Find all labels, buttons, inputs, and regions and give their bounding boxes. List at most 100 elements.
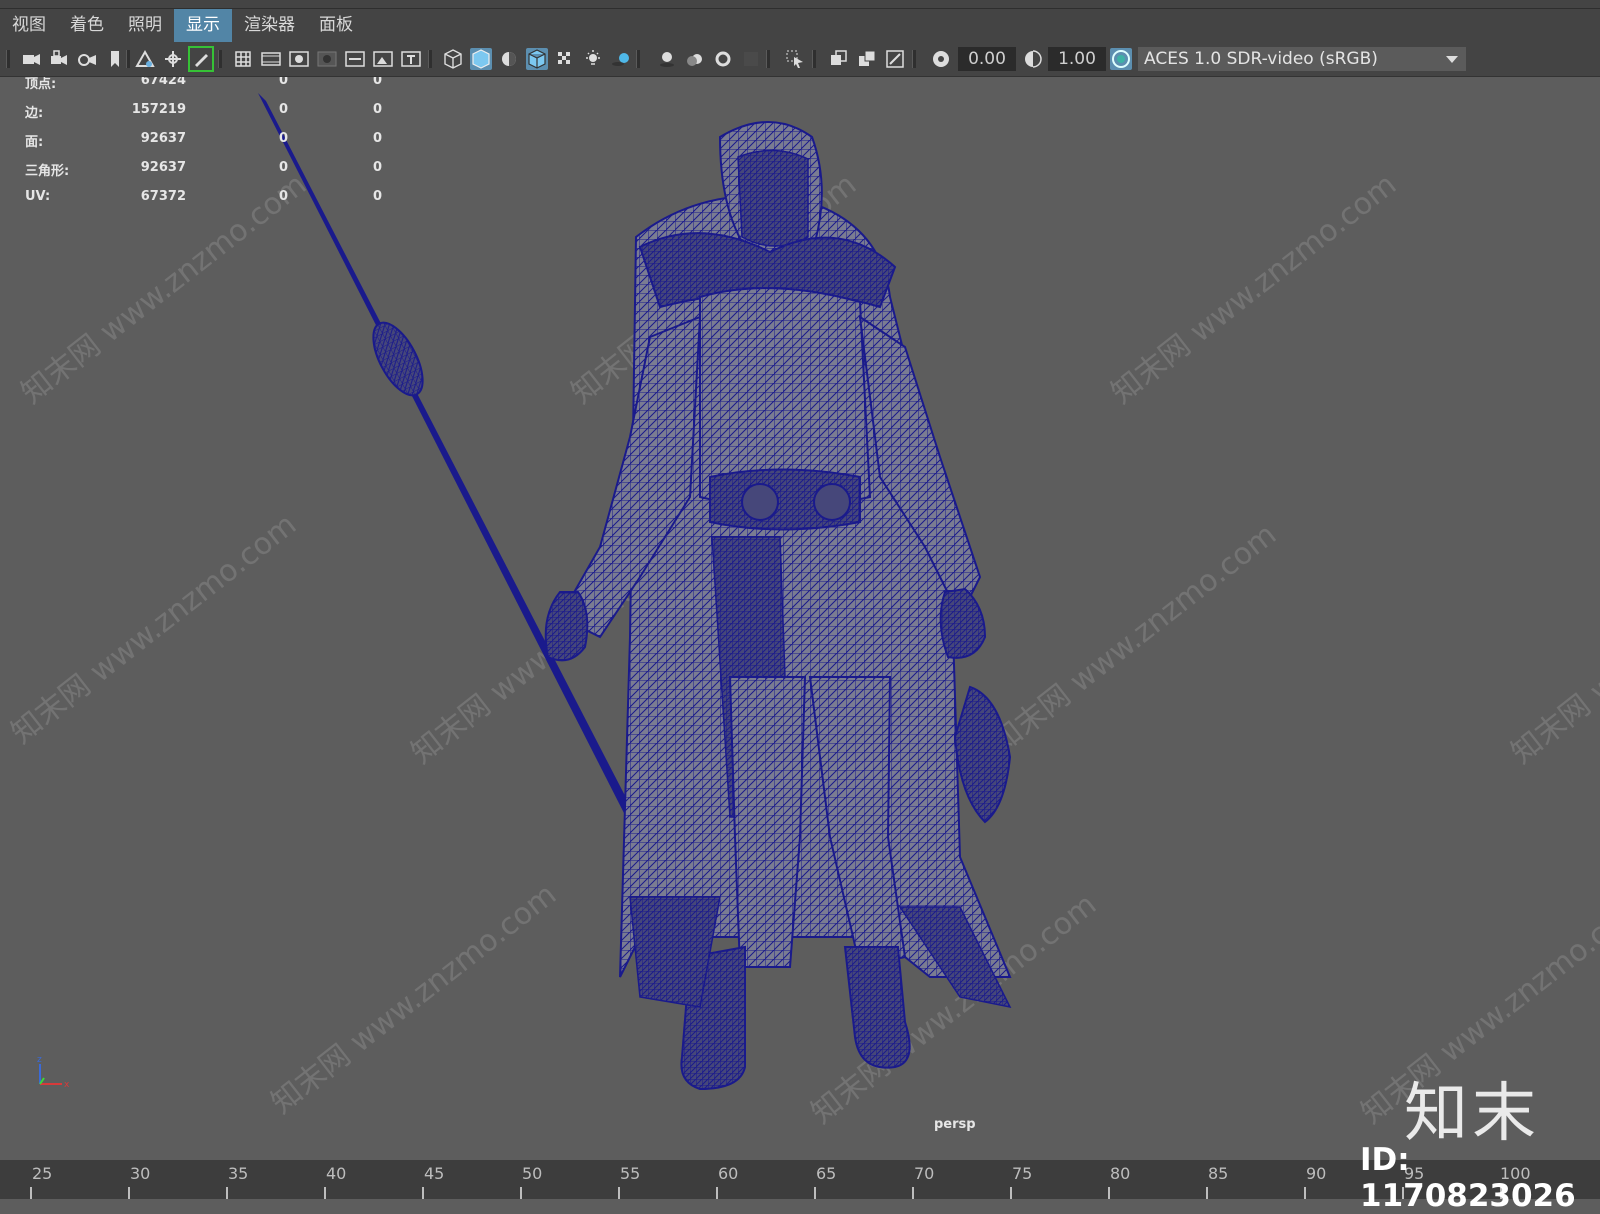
- timeline-tick: [30, 1187, 32, 1199]
- hud-component-uvs: 0: [372, 189, 382, 204]
- timeline-tick: [520, 1187, 522, 1199]
- menu-shading[interactable]: 着色: [58, 9, 116, 42]
- isolate-select-icon[interactable]: [784, 48, 806, 70]
- wireframe-icon[interactable]: [442, 48, 464, 70]
- timeline-tick: [422, 1187, 424, 1199]
- timeline-tick: [1304, 1187, 1306, 1199]
- timeline-tick-label: 45: [424, 1164, 445, 1183]
- timeline-tick-label: 75: [1012, 1164, 1033, 1183]
- exposure-icon[interactable]: [930, 48, 952, 70]
- hud-selected-edges: 0: [278, 102, 288, 117]
- timeline-tick: [1108, 1187, 1110, 1199]
- xray-active-icon[interactable]: [856, 48, 878, 70]
- depth-of-field-icon[interactable]: [740, 48, 762, 70]
- toolbar-separator: [912, 50, 916, 68]
- camera-select-icon[interactable]: [20, 48, 42, 70]
- hud-selected-triangles: 0: [278, 160, 288, 175]
- smooth-shade-icon[interactable]: [470, 48, 492, 70]
- resolution-gate-icon[interactable]: [288, 48, 310, 70]
- hud-value-triangles: 92637: [140, 160, 186, 175]
- panel-toolbar: 0.00 1.00 ACES 1.0 SDR-video (sRGB): [0, 42, 1600, 77]
- timeline-tick-label: 60: [718, 1164, 739, 1183]
- menu-renderer[interactable]: 渲染器: [232, 9, 307, 42]
- default-material-icon[interactable]: [498, 48, 520, 70]
- timeline-tick-label: 90: [1306, 1164, 1327, 1183]
- camera-lock-icon[interactable]: [48, 48, 70, 70]
- 2d-pan-zoom-icon[interactable]: [162, 48, 184, 70]
- image-id-watermark: ID: 1170823026: [1360, 1142, 1576, 1214]
- timeline-tick-label: 70: [914, 1164, 935, 1183]
- safe-title-icon[interactable]: [400, 48, 422, 70]
- toolbar-separator: [812, 50, 816, 68]
- image-plane-icon[interactable]: [134, 48, 156, 70]
- toolbar-separator: [218, 50, 222, 68]
- grid-icon[interactable]: [232, 48, 254, 70]
- window-top-strip: [0, 0, 1600, 9]
- hud-component-faces: 0: [372, 131, 382, 146]
- use-all-lights-icon[interactable]: [582, 48, 604, 70]
- screen-space-ao-icon[interactable]: [656, 48, 678, 70]
- timeline-tick: [324, 1187, 326, 1199]
- viewport-persp[interactable]: 知末网 www.znzmo.com 知末网 www.znzmo.com 知末网 …: [0, 77, 1600, 1159]
- safe-action-icon[interactable]: [372, 48, 394, 70]
- timeline-tick-label: 25: [32, 1164, 53, 1183]
- hud-label-triangles: 三角形:: [25, 164, 70, 179]
- camera-attributes-icon[interactable]: [76, 48, 98, 70]
- timeline-tick-label: 85: [1208, 1164, 1229, 1183]
- exposure-field[interactable]: 0.00: [958, 47, 1016, 71]
- panel-menu-bar: 视图 着色 照明 显示 渲染器 面板: [0, 9, 1600, 42]
- toolbar-separator: [6, 50, 10, 68]
- film-gate-icon[interactable]: [260, 48, 282, 70]
- hud-label-uvs: UV:: [25, 189, 51, 204]
- timeline-tick: [226, 1187, 228, 1199]
- color-management-icon[interactable]: [1110, 48, 1132, 70]
- menu-panels[interactable]: 面板: [307, 9, 365, 42]
- timeline-tick-label: 30: [130, 1164, 151, 1183]
- gamma-field[interactable]: 1.00: [1048, 47, 1106, 71]
- hud-selected-faces: 0: [278, 131, 288, 146]
- motion-blur-icon[interactable]: [684, 48, 706, 70]
- timeline-tick: [912, 1187, 914, 1199]
- hud-selected-uvs: 0: [278, 189, 288, 204]
- timeline-tick-label: 55: [620, 1164, 641, 1183]
- grease-pencil-icon[interactable]: [188, 46, 214, 72]
- timeline-tick: [814, 1187, 816, 1199]
- timeline-tick: [716, 1187, 718, 1199]
- menu-lighting[interactable]: 照明: [116, 9, 174, 42]
- hud-value-uvs: 67372: [140, 189, 186, 204]
- timeline-tick: [128, 1187, 130, 1199]
- xray-joints-icon[interactable]: [828, 48, 850, 70]
- wireframe-on-shaded-icon[interactable]: [526, 48, 548, 70]
- toolbar-separator: [126, 50, 130, 68]
- multisample-aa-icon[interactable]: [712, 48, 734, 70]
- field-chart-icon[interactable]: [344, 48, 366, 70]
- hud-label-edges: 边:: [25, 106, 44, 121]
- timeline-tick-label: 35: [228, 1164, 249, 1183]
- xray-icon[interactable]: [554, 48, 576, 70]
- hud-label-faces: 面:: [25, 135, 44, 150]
- hud-component-vertices: 0: [372, 77, 382, 88]
- hud-selected-vertices: 0: [278, 77, 288, 88]
- timeline-tick-label: 65: [816, 1164, 837, 1183]
- shadows-icon[interactable]: [610, 48, 632, 70]
- gamma-icon[interactable]: [1022, 48, 1044, 70]
- hud-value-edges: 157219: [131, 102, 186, 117]
- timeline-tick: [1206, 1187, 1208, 1199]
- menu-view[interactable]: 视图: [0, 9, 58, 42]
- hud-value-faces: 92637: [140, 131, 186, 146]
- timeline-tick-label: 80: [1110, 1164, 1131, 1183]
- color-space-dropdown[interactable]: ACES 1.0 SDR-video (sRGB): [1138, 47, 1466, 71]
- hud-label-vertices: 顶点:: [25, 77, 57, 92]
- camera-name-label: persp: [934, 1117, 976, 1132]
- dropdown-arrow-icon[interactable]: [1438, 47, 1466, 71]
- hud-component-edges: 0: [372, 102, 382, 117]
- gate-mask-icon[interactable]: [316, 48, 338, 70]
- timeline-tick-label: 50: [522, 1164, 543, 1183]
- menu-show[interactable]: 显示: [174, 9, 232, 42]
- view-axis-icon: z x: [37, 1055, 70, 1090]
- bookmark-icon[interactable]: [104, 48, 126, 70]
- timeline-tick: [618, 1187, 620, 1199]
- hud-icon[interactable]: [884, 48, 906, 70]
- timeline-tick-label: 40: [326, 1164, 347, 1183]
- wireframe-character[interactable]: [0, 77, 1600, 1159]
